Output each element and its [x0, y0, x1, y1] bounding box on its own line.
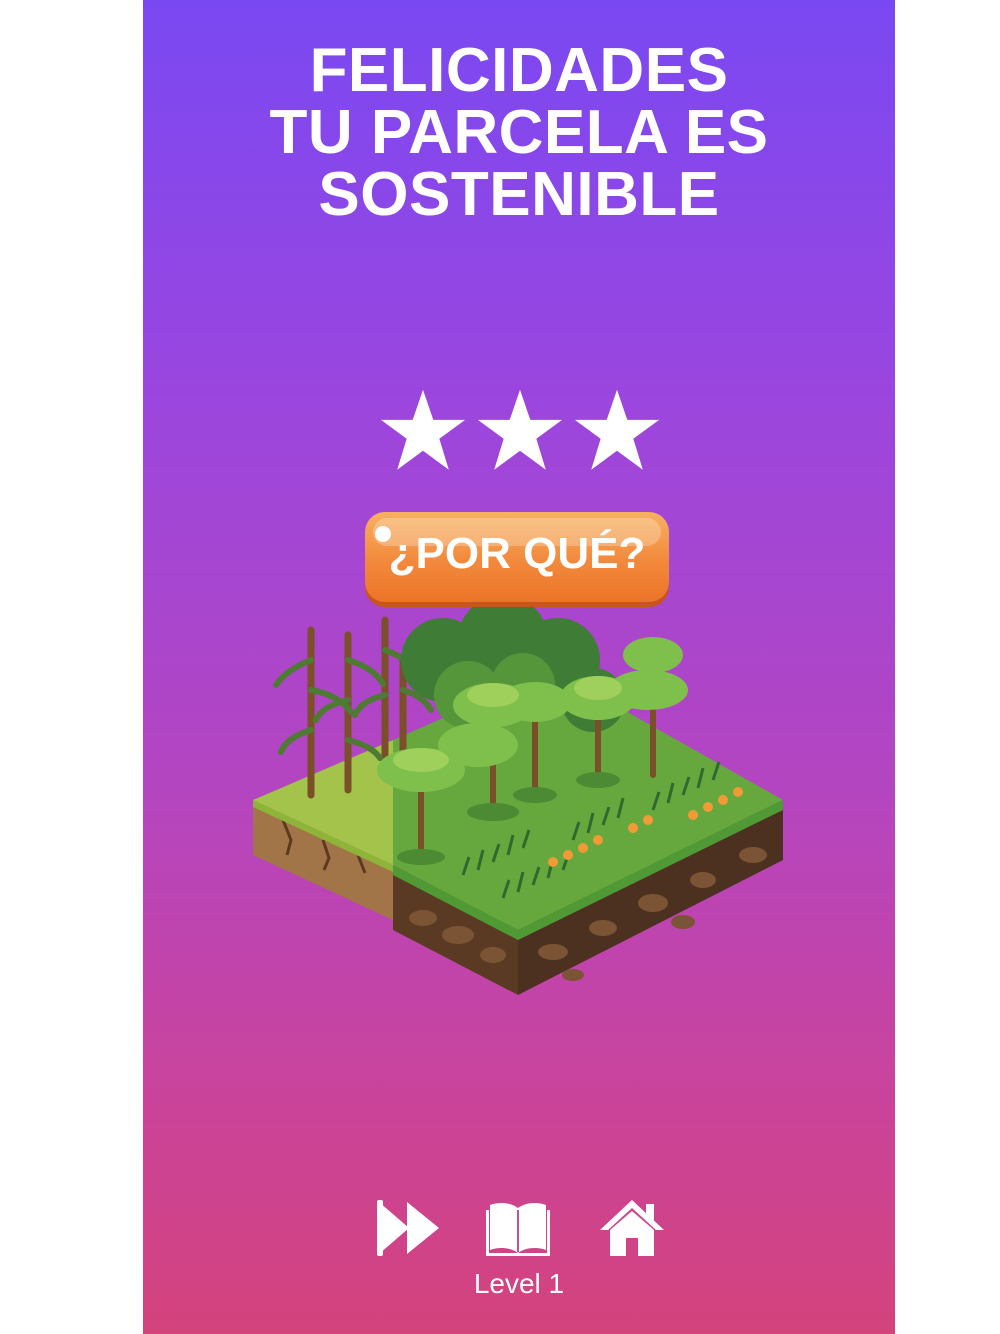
- star-icon: [574, 389, 660, 470]
- level-label: Level 1: [473, 1268, 565, 1299]
- home-icon[interactable]: [598, 1196, 666, 1260]
- star-icon: [477, 389, 563, 470]
- fast-forward-icon[interactable]: [377, 1196, 445, 1260]
- why-button-label: ¿POR QUÉ?: [388, 529, 646, 578]
- title-line-1: FELICIDADES: [309, 36, 729, 105]
- title-line-3: SOSTENIBLE: [318, 160, 720, 229]
- sustainable-plot-illustration: [253, 600, 783, 995]
- result-title: FELICIDADES TU PARCELA ES SOSTENIBLE: [143, 40, 895, 226]
- title-line-2: TU PARCELA ES: [269, 98, 769, 167]
- star-rating: [380, 388, 660, 474]
- star-icon: [380, 389, 466, 470]
- open-book-icon[interactable]: [484, 1196, 552, 1260]
- bottom-controls: [143, 1196, 895, 1266]
- game-screen: FELICIDADES TU PARCELA ES SOSTENIBLE ¿PO…: [143, 0, 895, 1334]
- why-button[interactable]: ¿POR QUÉ?: [365, 512, 669, 602]
